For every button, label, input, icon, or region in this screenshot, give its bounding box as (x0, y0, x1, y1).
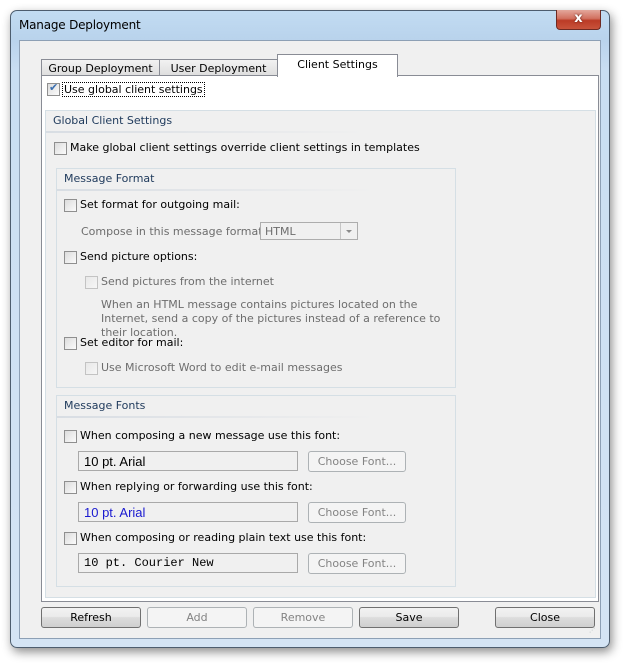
compose-format-select[interactable]: HTML (260, 222, 358, 240)
save-button[interactable]: Save (359, 607, 459, 628)
global-client-settings-title: Global Client Settings (53, 114, 173, 127)
plain-text-font-field[interactable]: 10 pt. Courier New (78, 553, 298, 573)
send-picture-label[interactable]: Send picture options: (80, 250, 197, 263)
new-message-font-field[interactable]: 10 pt. Arial (78, 451, 298, 471)
message-format-title: Message Format (64, 172, 155, 185)
reply-font-label[interactable]: When replying or forwarding use this fon… (80, 480, 313, 493)
reply-font-field[interactable]: 10 pt. Arial (78, 502, 298, 522)
manage-deployment-window: Manage Deployment x Group Deployment Use… (10, 10, 610, 648)
send-picture-checkbox[interactable] (64, 251, 77, 264)
close-button[interactable]: Close (495, 607, 595, 628)
chevron-down-icon (340, 223, 357, 239)
close-icon: x (574, 11, 583, 26)
use-global-label[interactable]: Use global client settings (62, 82, 205, 97)
divider (57, 189, 377, 191)
tab-client-settings[interactable]: Client Settings (277, 54, 398, 77)
refresh-button[interactable]: Refresh (41, 607, 141, 628)
new-message-font-label[interactable]: When composing a new message use this fo… (80, 429, 340, 442)
send-internet-description: When an HTML message contains pictures l… (101, 298, 441, 339)
add-button[interactable]: Add (147, 607, 247, 628)
override-checkbox[interactable] (54, 142, 67, 155)
global-client-settings-group: Global Client Settings Make global clien… (45, 110, 596, 598)
choose-font-plain-button[interactable]: Choose Font... (308, 553, 406, 574)
dialog-body: Group Deployment User Deployment Client … (19, 40, 601, 639)
message-fonts-title: Message Fonts (64, 399, 146, 412)
divider (57, 416, 377, 418)
send-internet-label[interactable]: Send pictures from the internet (101, 275, 274, 288)
set-editor-label[interactable]: Set editor for mail: (80, 336, 183, 349)
send-internet-checkbox[interactable] (85, 276, 98, 289)
message-fonts-group: Message Fonts When composing a new messa… (56, 395, 456, 587)
plain-text-font-checkbox[interactable] (64, 532, 77, 545)
remove-button[interactable]: Remove (253, 607, 353, 628)
choose-font-reply-button[interactable]: Choose Font... (308, 502, 406, 523)
message-format-group: Message Format Set format for outgoing m… (56, 168, 456, 388)
divider (46, 131, 366, 133)
set-format-label[interactable]: Set format for outgoing mail: (80, 198, 240, 211)
plain-text-font-label[interactable]: When composing or reading plain text use… (80, 531, 366, 544)
compose-format-value: HTML (265, 225, 296, 238)
set-editor-checkbox[interactable] (64, 337, 77, 350)
reply-font-checkbox[interactable] (64, 481, 77, 494)
set-format-checkbox[interactable] (64, 199, 77, 212)
new-message-font-checkbox[interactable] (64, 430, 77, 443)
compose-format-label: Compose in this message format: (81, 225, 267, 238)
use-global-checkbox[interactable] (47, 81, 60, 96)
client-settings-page: Use global client settings Global Client… (41, 75, 599, 602)
window-title: Manage Deployment (19, 18, 141, 32)
override-label[interactable]: Make global client settings override cli… (70, 141, 420, 154)
use-word-checkbox[interactable] (85, 362, 98, 375)
resize-grip-icon[interactable]: ⋰ (589, 627, 597, 635)
choose-font-new-button[interactable]: Choose Font... (308, 451, 406, 472)
window-close-button[interactable]: x (556, 10, 601, 30)
use-word-label[interactable]: Use Microsoft Word to edit e-mail messag… (101, 361, 343, 374)
